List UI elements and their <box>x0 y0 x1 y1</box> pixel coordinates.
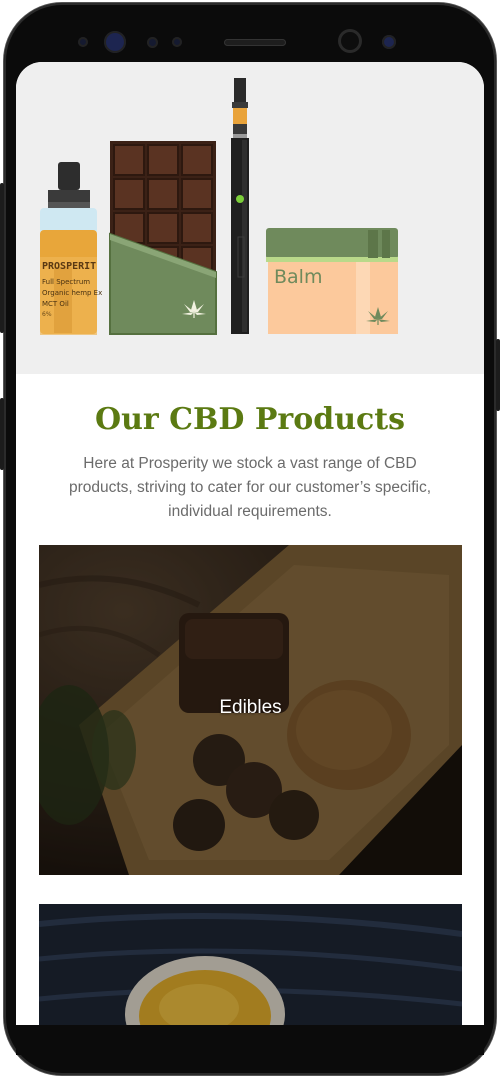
phone-frame: PROSPERIT Full Spectrum Organic hemp Ex … <box>0 3 500 1075</box>
hero-illustration: PROSPERIT Full Spectrum Organic hemp Ex … <box>16 62 484 374</box>
sensor-dot <box>147 37 158 48</box>
sensor-dot <box>172 37 182 47</box>
cbd-chocolate-bar <box>109 141 217 335</box>
section-title: Our CBD Products <box>94 402 406 437</box>
cbd-balm-jar: Balm <box>266 228 398 334</box>
iris-scanner <box>104 31 126 53</box>
power-button <box>0 183 4 333</box>
earpiece-speaker <box>224 39 286 46</box>
phone-top-bar <box>64 25 434 61</box>
products-illustration: PROSPERIT Full Spectrum Organic hemp Ex … <box>40 78 398 335</box>
sensor-dot <box>78 37 88 47</box>
bottle-line: Organic hemp Ex <box>42 289 102 297</box>
cbd-oil-bottle: PROSPERIT Full Spectrum Organic hemp Ex … <box>40 162 102 335</box>
front-camera <box>338 29 362 53</box>
phone-bottom-bezel <box>16 1025 484 1055</box>
vape-led <box>236 195 244 203</box>
cbd-vape-pen <box>231 78 249 334</box>
jar-label: Balm <box>274 266 322 288</box>
category-label: Edibles <box>219 697 282 718</box>
category-card[interactable] <box>39 904 462 1025</box>
category-card-edibles[interactable]: Edibles <box>39 545 462 875</box>
bottle-line: 6% <box>42 311 52 318</box>
balm-photo <box>39 904 462 1025</box>
bottle-line: Full Spectrum <box>42 278 90 286</box>
screen: PROSPERIT Full Spectrum Organic hemp Ex … <box>16 62 484 1025</box>
side-key <box>496 339 500 411</box>
bottle-line: MCT Oil <box>42 300 69 308</box>
iris-camera <box>382 35 396 49</box>
volume-button <box>0 398 4 470</box>
section-intro: Here at Prosperity we stock a vast range… <box>68 455 432 520</box>
bottle-brand: PROSPERIT <box>42 261 96 272</box>
